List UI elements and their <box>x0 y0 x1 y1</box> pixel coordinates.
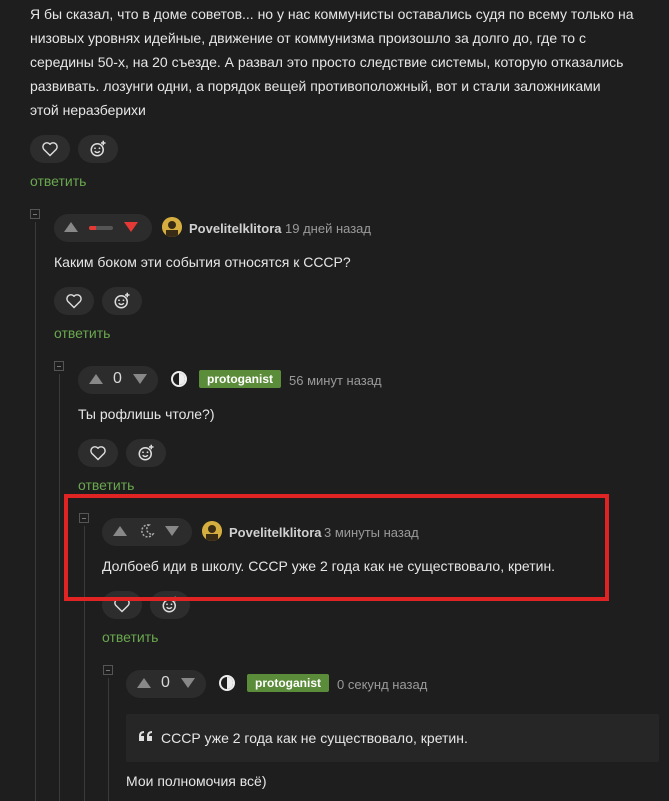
upvote-icon[interactable] <box>88 373 104 385</box>
comment-text: Каким боком эти события относятся к СССР… <box>54 254 351 270</box>
add-reaction-button[interactable] <box>102 287 142 315</box>
half-circle-icon <box>171 371 187 387</box>
username[interactable]: Povelitelklitora <box>189 221 281 236</box>
username-badge[interactable]: protoganist <box>247 674 329 692</box>
timestamp[interactable]: 19 дней назад <box>285 221 371 236</box>
thread-line <box>108 678 109 801</box>
add-reaction-button[interactable] <box>126 439 166 467</box>
thread-line <box>35 222 36 801</box>
reply-link[interactable]: ответить <box>54 325 110 341</box>
add-reaction-button[interactable] <box>78 135 118 163</box>
rating-bar <box>89 226 113 230</box>
comment-text: Я бы сказал, что в доме советов... но у … <box>30 2 660 122</box>
comment-line: этой неразберихи <box>30 102 146 118</box>
smiley-plus-icon <box>90 140 106 157</box>
like-button[interactable] <box>30 135 70 163</box>
collapse-icon[interactable] <box>54 361 64 371</box>
like-button[interactable] <box>78 439 118 467</box>
upvote-icon[interactable] <box>136 677 152 689</box>
downvote-icon[interactable] <box>123 221 139 233</box>
upvote-icon[interactable] <box>63 221 79 233</box>
reply-link[interactable]: ответить <box>78 477 134 493</box>
downvote-icon[interactable] <box>132 373 148 385</box>
like-button[interactable] <box>54 287 94 315</box>
heart-icon <box>90 446 106 461</box>
comment-text: Мои полномочия всё) <box>126 773 267 789</box>
score: 0 <box>161 674 170 691</box>
quote-text: СССР уже 2 года как не существовало, кре… <box>161 730 468 746</box>
rating-bar-fill <box>89 226 97 230</box>
comment-text: Ты рофлишь чтоле?) <box>78 406 215 422</box>
smiley-plus-icon <box>138 444 154 461</box>
reply-link[interactable]: ответить <box>30 173 86 189</box>
quote-icon <box>139 731 152 741</box>
avatar-icon[interactable] <box>162 217 182 237</box>
score: 0 <box>113 370 122 387</box>
thread-line <box>59 374 60 801</box>
username-badge[interactable]: protoganist <box>199 370 281 388</box>
collapse-icon[interactable] <box>30 209 40 219</box>
reply-link[interactable]: ответить <box>102 629 158 645</box>
comment-line: низовых уровнях идейные, движение от ком… <box>30 30 586 46</box>
highlight-box <box>64 494 609 601</box>
comment-line: Я бы сказал, что в доме советов... но у … <box>30 6 634 22</box>
comment-line: середины 50-х, на 20 съезде. А развал эт… <box>30 54 624 70</box>
comment-line: развивать. лозунги одни, а порядок вещей… <box>30 78 601 94</box>
smiley-plus-icon <box>114 292 130 309</box>
downvote-icon[interactable] <box>180 677 196 689</box>
timestamp[interactable]: 56 минут назад <box>289 373 382 388</box>
half-circle-icon <box>219 675 235 691</box>
heart-icon <box>66 294 82 309</box>
timestamp[interactable]: 0 секунд назад <box>337 677 427 692</box>
collapse-icon[interactable] <box>103 665 113 675</box>
heart-icon <box>42 142 58 157</box>
